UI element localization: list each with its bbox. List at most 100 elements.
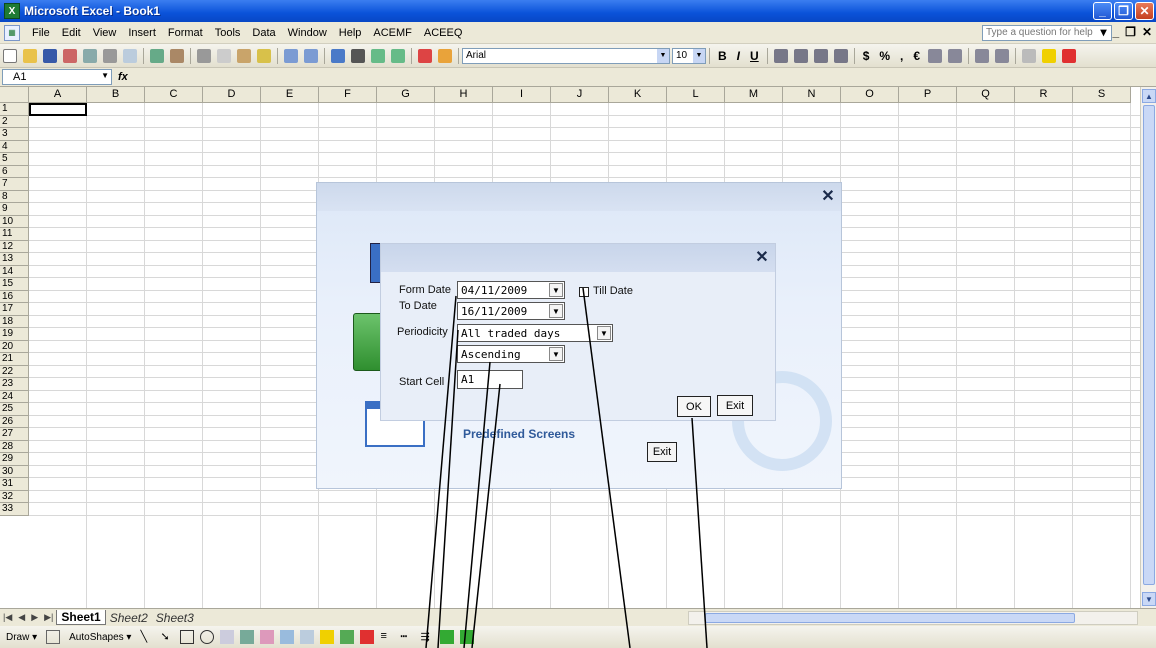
undo-icon[interactable] [284,48,298,63]
line-icon[interactable]: ╲ [140,630,154,644]
column-header-o[interactable]: O [841,87,899,103]
scroll-down-icon[interactable]: ▼ [1142,592,1156,606]
column-header-r[interactable]: R [1015,87,1073,103]
column-header-j[interactable]: J [551,87,609,103]
menu-format[interactable]: Format [162,27,209,39]
row-header-3[interactable]: 3 [0,128,29,141]
percent-button[interactable]: % [879,49,890,63]
minimize-button[interactable]: _ [1093,2,1112,20]
row-header-12[interactable]: 12 [0,240,29,253]
row-header-33[interactable]: 33 [0,503,29,516]
row-header-21[interactable]: 21 [0,353,29,366]
autosum-icon[interactable] [351,48,365,63]
column-header-p[interactable]: P [899,87,957,103]
restore-button[interactable]: ❐ [1114,2,1133,20]
row-header-20[interactable]: 20 [0,340,29,353]
format-painter-icon[interactable] [257,48,271,63]
row-header-6[interactable]: 6 [0,165,29,178]
menu-insert[interactable]: Insert [122,27,162,39]
row-header-10[interactable]: 10 [0,215,29,228]
print-preview-icon[interactable] [123,48,137,63]
column-header-g[interactable]: G [377,87,435,103]
new-icon[interactable] [3,48,17,63]
select-objects-icon[interactable] [46,630,61,644]
first-sheet-icon[interactable]: |◀ [3,612,12,623]
column-header-l[interactable]: L [667,87,725,103]
scroll-up-icon[interactable]: ▲ [1142,89,1156,103]
column-header-k[interactable]: K [609,87,667,103]
predefined-screens-link[interactable]: Predefined Screens [463,427,575,441]
periodicity-select[interactable]: All traded days ▼ [457,324,613,342]
row-header-15[interactable]: 15 [0,278,29,291]
row-header-24[interactable]: 24 [0,390,29,403]
row-header-25[interactable]: 25 [0,403,29,416]
textbox-icon[interactable] [220,630,235,644]
column-header-q[interactable]: Q [957,87,1015,103]
dash-style-icon[interactable]: ┅ [400,630,414,644]
column-header-b[interactable]: B [87,87,145,103]
increase-indent-icon[interactable] [995,48,1010,63]
doc-close-button[interactable]: ✕ [1142,25,1152,39]
row-header-17[interactable]: 17 [0,303,29,316]
last-sheet-icon[interactable]: ▶| [44,612,53,623]
autoshapes-menu-button[interactable]: AutoShapes ▾ [69,632,131,643]
row-header-8[interactable]: 8 [0,190,29,203]
column-header-n[interactable]: N [783,87,841,103]
oval-icon[interactable] [200,630,215,644]
select-all-corner[interactable] [0,87,29,103]
horizontal-scroll-thumb[interactable] [705,613,1075,623]
column-header-e[interactable]: E [261,87,319,103]
menu-help[interactable]: Help [333,27,368,39]
inner-exit-button[interactable]: Exit [717,395,753,416]
ok-button[interactable]: OK [677,396,711,417]
shadow-icon[interactable] [440,630,455,644]
fill-color-draw-icon[interactable] [320,630,335,644]
euro-button[interactable]: € [913,49,920,63]
periodicity-dropdown-icon[interactable]: ▼ [597,326,611,340]
merge-center-icon[interactable] [833,48,848,63]
menu-file[interactable]: File [26,27,56,39]
save-icon[interactable] [43,48,57,63]
font-color-icon[interactable] [1062,48,1077,63]
drawing-icon[interactable] [438,48,452,63]
paste-icon[interactable] [237,48,251,63]
name-box[interactable]: A1 ▼ [2,69,112,85]
menu-window[interactable]: Window [282,27,333,39]
sort-ascending-icon[interactable] [371,48,385,63]
bold-button[interactable]: B [718,49,727,63]
doc-restore-button[interactable]: ❐ [1125,25,1136,39]
currency-button[interactable]: $ [863,49,870,63]
menu-acemf[interactable]: ACEMF [367,27,418,39]
column-header-f[interactable]: F [319,87,377,103]
hyperlink-icon[interactable] [331,48,345,63]
sort-descending-icon[interactable] [391,48,405,63]
italic-button[interactable]: I [737,49,740,63]
arrow-style-icon[interactable]: ⇶ [420,630,434,644]
font-color-draw-icon[interactable] [360,630,375,644]
redo-icon[interactable] [304,48,318,63]
align-right-icon[interactable] [813,48,828,63]
decrease-decimal-icon[interactable] [948,48,963,63]
arrow-icon[interactable]: ➘ [160,630,174,644]
clipart-icon[interactable] [280,630,295,644]
row-header-7[interactable]: 7 [0,178,29,191]
column-header-a[interactable]: A [29,87,87,103]
prev-sheet-icon[interactable]: ◀ [18,612,25,623]
column-header-c[interactable]: C [145,87,203,103]
rectangle-icon[interactable] [180,630,195,644]
from-date-picker[interactable]: 04/11/2009 ▼ [457,281,565,299]
research-icon[interactable] [170,48,184,63]
row-header-2[interactable]: 2 [0,115,29,128]
help-search-input[interactable]: Type a question for help [982,25,1112,41]
column-header-i[interactable]: I [493,87,551,103]
menu-view[interactable]: View [87,27,123,39]
font-name-select[interactable]: Arial ▼ [462,47,670,64]
close-button[interactable]: ✕ [1135,2,1154,20]
row-header-28[interactable]: 28 [0,440,29,453]
till-date-checkbox[interactable] [579,287,589,297]
align-center-icon[interactable] [793,48,808,63]
diagram-icon[interactable] [260,630,275,644]
row-header-14[interactable]: 14 [0,265,29,278]
row-header-9[interactable]: 9 [0,203,29,216]
row-header-27[interactable]: 27 [0,428,29,441]
